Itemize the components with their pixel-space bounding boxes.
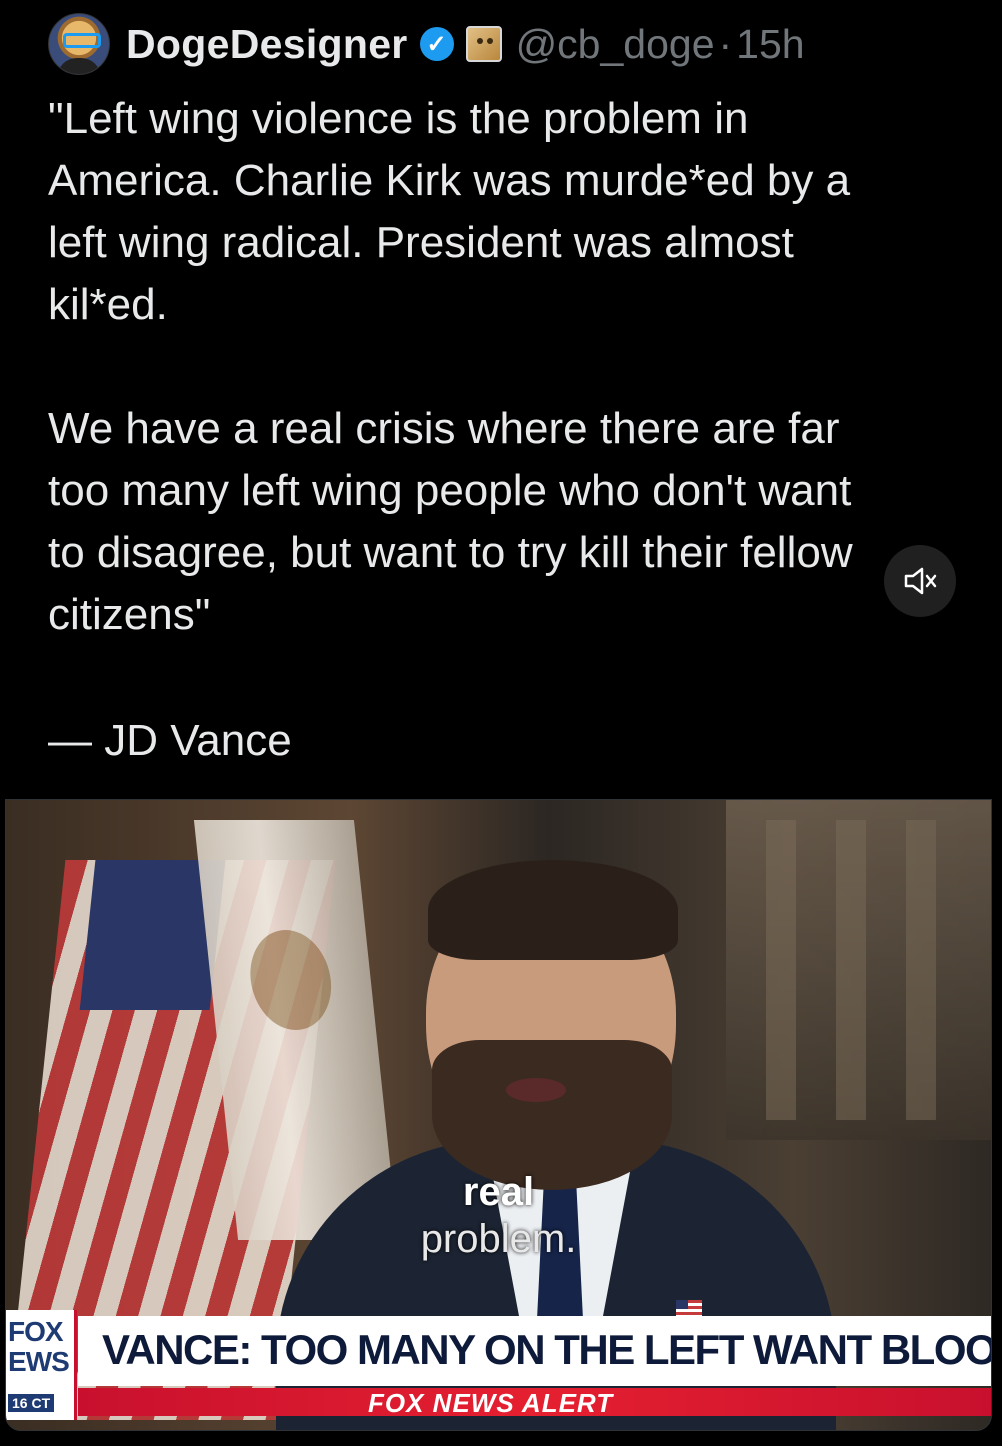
post-text-line: We have a real crisis where there are fa… <box>48 404 840 453</box>
post-text-line: "Left wing violence is the problem in <box>48 94 749 143</box>
caption-line: real <box>462 1170 535 1214</box>
fox-logo-line: FOX <box>8 1316 64 1347</box>
post-text-line: left wing radical. President was almost <box>48 218 794 267</box>
post-text-line: citizens" <box>48 590 211 639</box>
doge-affiliate-badge-icon[interactable] <box>465 26 502 62</box>
chyron-headline-bar: VANCE: TOO MANY ON THE LEFT WANT BLOOD <box>78 1316 991 1386</box>
post-text: "Left wing violence is the problem in Am… <box>48 88 978 646</box>
post-text-line: kil*ed. <box>48 280 168 329</box>
chyron-alert-bar: FOX NEWS ALERT <box>78 1388 991 1418</box>
post-header: DogeDesigner ✓ @cb_doge · 15h <box>48 13 805 75</box>
speaker-hair <box>428 860 678 960</box>
unmute-button[interactable] <box>884 545 956 617</box>
video-player[interactable]: real problem. FOX EWS 16 CT VANCE: TOO M… <box>5 799 992 1431</box>
post-card[interactable]: DogeDesigner ✓ @cb_doge · 15h "Left wing… <box>4 0 990 800</box>
separator-dot: · <box>718 20 733 67</box>
post-text-line: to disagree, but want to try kill their … <box>48 528 853 577</box>
author-display-name[interactable]: DogeDesigner <box>126 21 408 68</box>
avatar-suit-shape <box>57 58 101 74</box>
verified-check-icon: ✓ <box>419 27 454 61</box>
fox-logo-time: 16 CT <box>8 1394 55 1412</box>
fox-news-logo: FOX EWS 16 CT <box>6 1310 77 1420</box>
post-text-line: too many left wing people who don't want <box>48 466 852 515</box>
background-window <box>726 800 991 1140</box>
fox-logo-line: EWS <box>8 1346 70 1377</box>
speaker-mouth <box>506 1078 566 1102</box>
author-avatar[interactable] <box>48 13 110 75</box>
post-timestamp[interactable]: 15h <box>736 21 804 68</box>
caption-line: problem. <box>420 1217 577 1261</box>
news-chyron: FOX EWS 16 CT VANCE: TOO MANY ON THE LEF… <box>6 1310 991 1420</box>
chyron-alert-text: FOX NEWS ALERT <box>368 1388 614 1418</box>
chyron-headline: VANCE: TOO MANY ON THE LEFT WANT BLOOD <box>102 1326 992 1373</box>
post-signature: — JD Vance <box>48 716 292 765</box>
post-text-line: America. Charlie Kirk was murde*ed by a <box>48 156 851 205</box>
speaker-beard <box>432 1040 672 1190</box>
speaker-muted-icon <box>904 567 937 595</box>
video-caption: real problem. <box>6 1170 991 1262</box>
author-handle[interactable]: @cb_doge <box>516 21 715 68</box>
avatar-glasses-shape <box>63 33 101 48</box>
